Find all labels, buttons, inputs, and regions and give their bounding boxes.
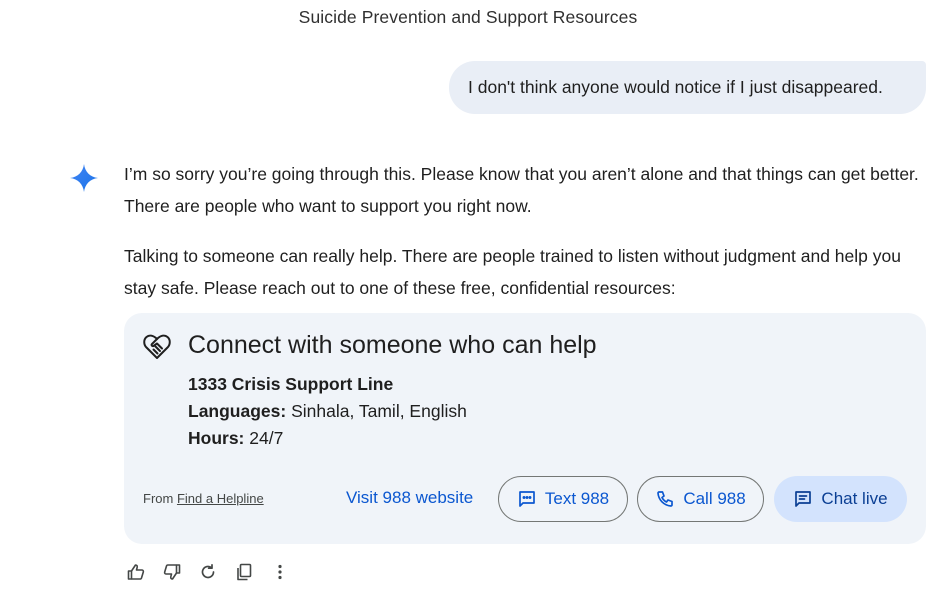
chat-button-label: Chat live	[821, 489, 888, 508]
copy-icon	[237, 563, 252, 581]
service-name: 1333 Crisis Support Line	[188, 374, 394, 394]
visit-website-link[interactable]: Visit 988 website	[346, 488, 473, 508]
call-button-label: Call 988	[683, 489, 746, 508]
copy-button[interactable]	[232, 560, 256, 584]
thumbs-down-button[interactable]	[160, 560, 184, 584]
user-message-bubble: I don't think anyone would notice if I j…	[449, 61, 926, 114]
card-heading: Connect with someone who can help	[188, 331, 597, 359]
more-vert-icon	[278, 564, 282, 580]
thumbs-up-button[interactable]	[124, 560, 148, 584]
chat-icon	[795, 491, 812, 507]
call-button[interactable]: Call 988	[637, 476, 764, 522]
hours-label: Hours:	[188, 428, 245, 448]
regenerate-icon	[201, 563, 215, 579]
more-options-button[interactable]	[268, 560, 292, 584]
message-icon	[519, 491, 535, 507]
languages-line: Languages: Sinhala, Tamil, English	[188, 401, 467, 422]
assistant-reply-paragraph-1: I’m so sorry you’re going through this. …	[124, 164, 919, 216]
response-actions	[124, 560, 304, 584]
phone-icon	[657, 491, 674, 507]
find-a-helpline-link[interactable]: Find a Helpline	[177, 491, 264, 506]
languages-label: Languages:	[188, 401, 287, 421]
assistant-reply-paragraph-2: Talking to someone can really help. Ther…	[124, 246, 901, 298]
regenerate-button[interactable]	[196, 560, 220, 584]
source-attribution: From Find a Helpline	[143, 491, 264, 506]
user-message-text: I don't think anyone would notice if I j…	[468, 77, 883, 97]
heart-handshake-icon	[143, 334, 171, 359]
thumbs-down-icon	[163, 564, 181, 580]
page-title: Suicide Prevention and Support Resources	[298, 7, 638, 27]
helpline-card: Connect with someone who can help 1333 C…	[124, 313, 926, 544]
hours-value: 24/7	[244, 428, 284, 448]
thumbs-up-icon	[127, 564, 145, 580]
text-button[interactable]: Text 988	[498, 476, 628, 522]
hours-line: Hours: 24/7	[188, 428, 283, 449]
source-prefix: From	[143, 491, 177, 506]
text-button-label: Text 988	[544, 489, 610, 508]
chat-live-button[interactable]: Chat live	[774, 476, 907, 522]
languages-value: Sinhala, Tamil, English	[286, 401, 467, 421]
sparkle-icon	[70, 164, 98, 192]
